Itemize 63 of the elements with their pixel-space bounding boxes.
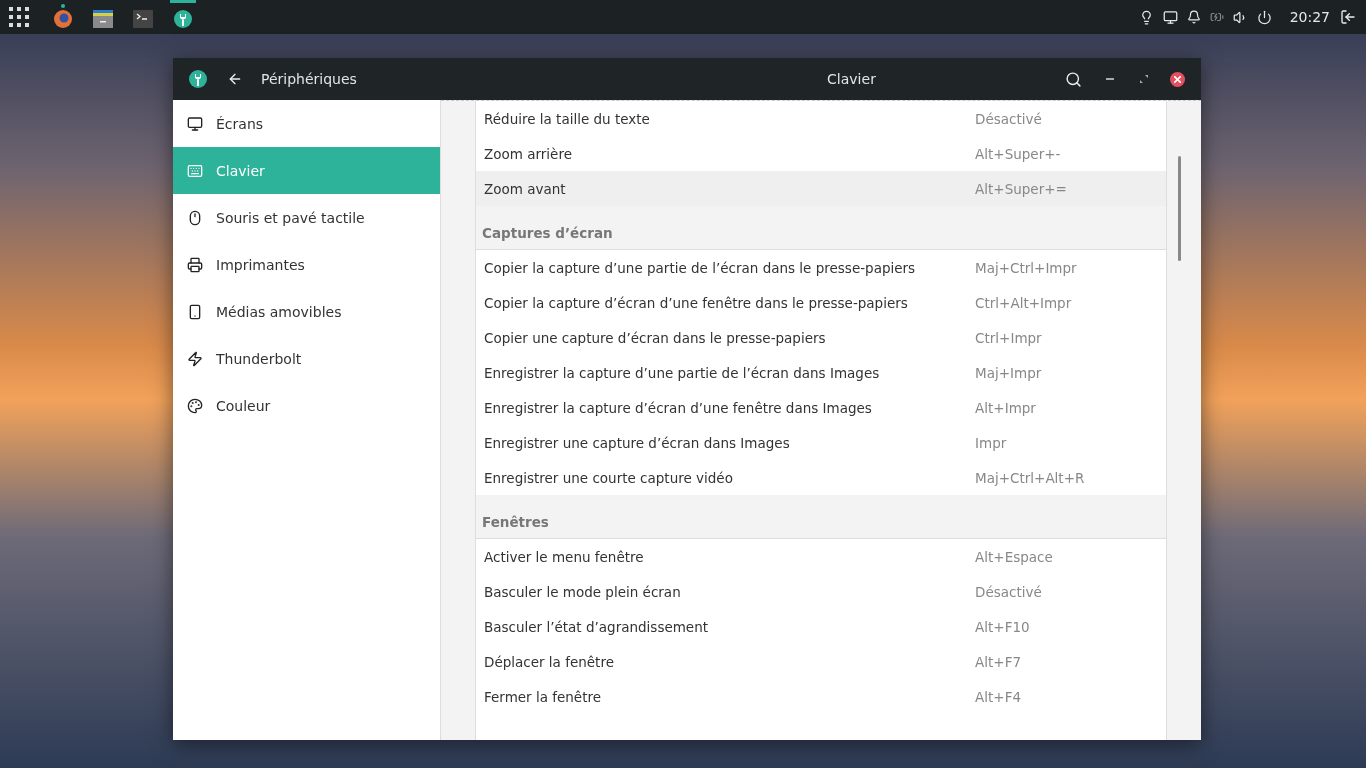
action-label: Basculer l’état d’agrandissement xyxy=(484,618,710,635)
shortcut-label: Maj+Ctrl+Alt+R xyxy=(975,469,1086,486)
action-label: Basculer le mode plein écran xyxy=(484,583,682,600)
shortcut-label: Ctrl+Alt+Impr xyxy=(975,294,1073,311)
minimize-icon xyxy=(1106,78,1114,80)
mouse-icon xyxy=(187,209,203,226)
shortcut-label: Alt+Super+= xyxy=(975,180,1068,197)
action-label: Enregistrer une capture d’écran dans Images xyxy=(484,434,791,451)
terminal-icon xyxy=(133,9,153,28)
maximize-icon xyxy=(1140,75,1148,83)
shortcut-label: Alt+Impr xyxy=(975,399,1037,416)
battery-icon[interactable] xyxy=(1209,10,1224,24)
monitor-icon[interactable] xyxy=(1162,9,1178,25)
bell-icon[interactable] xyxy=(1186,10,1201,24)
close-icon xyxy=(1174,75,1181,83)
back-label[interactable]: Périphériques xyxy=(261,71,357,87)
printer-icon xyxy=(187,256,203,273)
sidebar-item[interactable]: Couleur xyxy=(173,382,440,429)
sidebar-item[interactable]: Médias amovibles xyxy=(173,288,440,335)
app-grid-icon[interactable] xyxy=(8,6,30,28)
sidebar-item[interactable]: Écrans xyxy=(173,100,440,147)
action-label: Activer le menu fenêtre xyxy=(484,548,645,565)
shortcut-label: Maj+Impr xyxy=(975,364,1043,381)
shortcut-label: Impr xyxy=(975,434,1008,451)
action-label: Copier une capture d’écran dans le presse-papiers xyxy=(484,329,827,346)
shortcut-label: Alt+F10 xyxy=(975,618,1031,635)
browser-icon xyxy=(53,8,73,29)
clock[interactable]: 20:27 xyxy=(1289,9,1330,25)
action-label: Déplacer la fenêtre xyxy=(484,653,615,670)
shortcut-label: Ctrl+Impr xyxy=(975,329,1043,346)
shortcut-label: Alt+Espace xyxy=(975,548,1054,565)
sidebar-item[interactable]: Souris et pavé tactile xyxy=(173,194,440,241)
action-label: Zoom arrière xyxy=(484,145,573,162)
logout-icon[interactable] xyxy=(1340,9,1356,25)
window-title: Clavier xyxy=(826,71,877,87)
action-label: Fermer la fenêtre xyxy=(484,688,603,705)
action-label: Zoom avant xyxy=(484,180,567,197)
action-label: Copier la capture d’écran d’une fenêtre dans le presse-papiers xyxy=(484,294,909,311)
shortcut-label: Alt+Super+- xyxy=(975,145,1062,162)
section-heading: Fenêtres xyxy=(476,495,1167,539)
section-heading: Captures d’écran xyxy=(476,206,1167,250)
sidebar-item[interactable]: Imprimantes xyxy=(173,241,440,288)
keyboard-icon xyxy=(187,162,203,179)
close-button[interactable] xyxy=(1170,71,1185,87)
shortcut-label: Maj+Ctrl+Impr xyxy=(975,259,1078,276)
lightning-icon xyxy=(187,350,203,367)
shortcut-label: Désactivé xyxy=(975,110,1043,127)
shortcut-label: Alt+F4 xyxy=(975,688,1022,705)
monitor-icon xyxy=(187,115,203,132)
wrench-gear-icon xyxy=(172,7,194,30)
action-label: Enregistrer la capture d’écran d’une fenêtre dans Images xyxy=(484,399,873,416)
action-label: Enregistrer une courte capture vidéo xyxy=(484,469,734,486)
scrollbar-thumb[interactable] xyxy=(1177,156,1181,261)
folder-icon xyxy=(93,9,113,28)
power-icon[interactable] xyxy=(1256,9,1272,25)
action-label: Enregistrer la capture d’une partie de l’écran dans Images xyxy=(484,364,881,381)
shortcut-label: Désactivé xyxy=(975,583,1043,600)
action-label: Copier la capture d’une partie de l’écran dans le presse-papiers xyxy=(484,259,917,276)
wrench-gear-icon xyxy=(187,68,209,90)
shortcut-label: Alt+F7 xyxy=(975,653,1022,670)
shortcut-row[interactable]: Zoom avant Alt+Super+= xyxy=(476,171,1167,206)
sidebar-item[interactable]: Thunderbolt xyxy=(173,335,440,382)
action-label: Réduire la taille du texte xyxy=(484,110,651,127)
